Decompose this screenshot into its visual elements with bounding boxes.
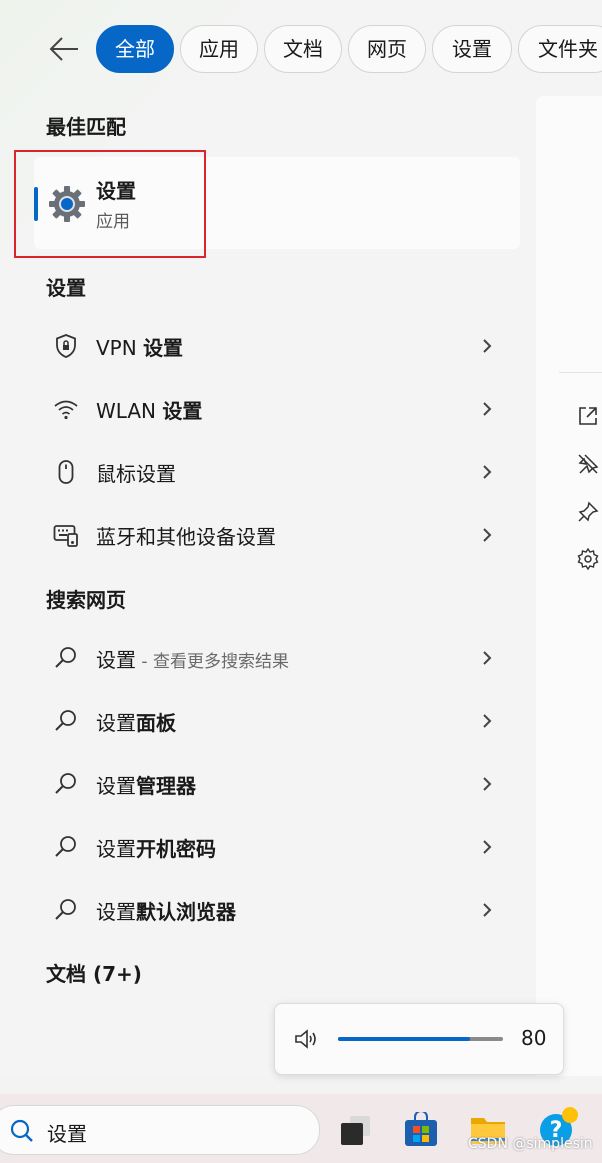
mouse-icon — [58, 460, 74, 484]
app-settings-icon[interactable] — [576, 547, 600, 571]
unpin-icon[interactable] — [576, 452, 600, 476]
settings-item-label: VPN 设置 — [96, 336, 184, 360]
shield-lock-icon — [56, 334, 76, 358]
chevron-right-icon — [483, 465, 492, 479]
tab-settings[interactable]: 设置 — [432, 25, 512, 73]
documents-heading[interactable]: 文档 (7+) — [46, 958, 142, 987]
chevron-right-icon — [483, 840, 492, 854]
search-icon — [55, 647, 76, 668]
taskbar: 设置 ? — [0, 1094, 602, 1163]
preview-pane — [536, 96, 602, 1076]
chevron-right-icon — [483, 651, 492, 665]
search-icon — [55, 710, 76, 731]
web-result-more[interactable]: 设置 - 查看更多搜索结果 — [34, 630, 520, 686]
store-icon[interactable] — [403, 1112, 439, 1148]
open-external-icon[interactable] — [576, 404, 600, 428]
wifi-icon — [54, 400, 78, 420]
tab-all[interactable]: 全部 — [96, 25, 174, 73]
settings-heading: 设置 — [46, 276, 86, 300]
chevron-right-icon — [483, 339, 492, 353]
chevron-right-icon — [483, 714, 492, 728]
web-result-label: 设置默认浏览器 — [96, 900, 236, 924]
volume-value: 80 — [521, 1026, 547, 1050]
search-icon — [55, 773, 76, 794]
task-view-icon[interactable] — [338, 1112, 374, 1148]
web-result-panel[interactable]: 设置面板 — [34, 693, 520, 749]
tab-documents[interactable]: 文档 — [264, 25, 342, 73]
search-icon — [10, 1119, 33, 1142]
speaker-icon[interactable] — [293, 1027, 321, 1051]
web-result-label: 设置开机密码 — [96, 837, 216, 861]
settings-item-label: WLAN 设置 — [96, 399, 203, 423]
chevron-right-icon — [483, 402, 492, 416]
tab-web[interactable]: 网页 — [348, 25, 426, 73]
web-result-manager[interactable]: 设置管理器 — [34, 756, 520, 812]
taskbar-search-text: 设置 — [47, 1122, 87, 1146]
web-result-boot-password[interactable]: 设置开机密码 — [34, 819, 520, 875]
taskbar-search-input[interactable]: 设置 — [0, 1105, 320, 1155]
settings-item-vpn[interactable]: VPN 设置 — [34, 318, 520, 374]
settings-item-mouse[interactable]: 鼠标设置 — [34, 444, 520, 500]
best-match-heading: 最佳匹配 — [46, 115, 126, 139]
settings-item-wlan[interactable]: WLAN 设置 — [34, 381, 520, 437]
search-panel: 全部 应用 文档 网页 设置 文件夹 最佳匹配 设置 应用 设置 VPN 设置 … — [0, 0, 602, 1078]
pin-icon[interactable] — [576, 500, 600, 524]
web-result-label: 设置管理器 — [96, 774, 196, 798]
search-web-heading: 搜索网页 — [46, 588, 126, 612]
settings-item-bluetooth[interactable]: 蓝牙和其他设备设置 — [34, 507, 520, 563]
tab-apps[interactable]: 应用 — [180, 25, 258, 73]
web-result-label: 设置 - 查看更多搜索结果 — [96, 648, 289, 672]
preview-divider — [559, 372, 602, 373]
tab-folders[interactable]: 文件夹 — [518, 25, 602, 73]
search-icon — [55, 899, 76, 920]
web-result-default-browser[interactable]: 设置默认浏览器 — [34, 882, 520, 938]
volume-slider-fill — [338, 1037, 470, 1041]
back-arrow-icon[interactable] — [48, 34, 80, 64]
filter-bar: 全部 应用 文档 网页 设置 文件夹 — [0, 20, 602, 76]
annotation-highlight-box — [14, 150, 206, 258]
web-result-label: 设置面板 — [96, 711, 176, 735]
chevron-right-icon — [483, 528, 492, 542]
settings-item-label: 蓝牙和其他设备设置 — [96, 525, 276, 549]
volume-slider[interactable] — [338, 1037, 503, 1041]
watermark-text: CSDN @simplesin — [468, 1136, 593, 1152]
chevron-right-icon — [483, 903, 492, 917]
volume-flyout: 80 — [274, 1003, 564, 1075]
chevron-right-icon — [483, 777, 492, 791]
settings-item-label: 鼠标设置 — [96, 462, 176, 486]
devices-icon — [53, 525, 78, 547]
search-icon — [55, 836, 76, 857]
